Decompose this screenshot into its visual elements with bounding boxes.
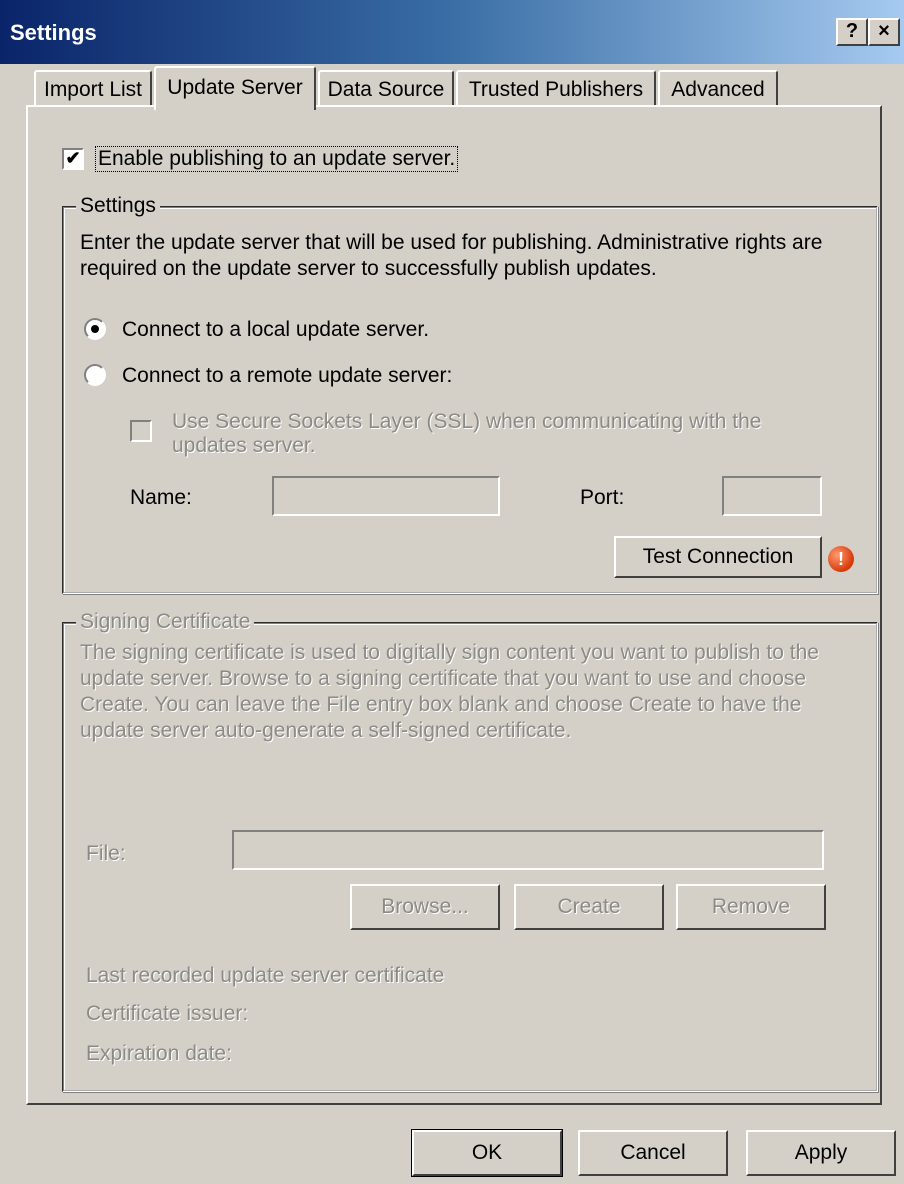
enable-publishing-label[interactable]: Enable publishing to an update server. (94, 146, 459, 172)
port-label: Port: (580, 486, 625, 509)
port-input[interactable] (722, 476, 822, 516)
window-title: Settings (10, 20, 97, 45)
signing-description-line3: Create. You can leave the File entry box… (80, 693, 802, 716)
radio-remote-server[interactable] (84, 364, 106, 386)
create-button[interactable]: Create (514, 884, 664, 930)
tab-trusted-publishers[interactable]: Trusted Publishers (456, 70, 656, 106)
remove-button[interactable]: Remove (676, 884, 826, 930)
name-label: Name: (130, 486, 192, 509)
certificate-issuer-label: Certificate issuer: (86, 1002, 249, 1025)
expiration-date-label: Expiration date: (86, 1042, 232, 1065)
tab-advanced[interactable]: Advanced (658, 70, 778, 106)
title-bar: Settings ? × (0, 0, 904, 64)
radio-local-server[interactable] (84, 318, 106, 340)
signing-description: The signing certificate is used to digit… (80, 640, 819, 744)
settings-description: Enter the update server that will be use… (80, 230, 822, 282)
ssl-label: Use Secure Sockets Layer (SSL) when comm… (172, 410, 761, 458)
signing-description-line2: update server. Browse to a signing certi… (80, 667, 807, 690)
settings-description-line1: Enter the update server that will be use… (80, 231, 823, 254)
exclamation-warning-icon: ! (828, 546, 854, 572)
ok-button[interactable]: OK (411, 1129, 563, 1177)
tab-update-server[interactable]: Update Server (154, 66, 316, 110)
radio-selected-dot (91, 325, 99, 333)
file-input[interactable] (232, 830, 824, 870)
tab-import-list[interactable]: Import List (34, 70, 152, 106)
radio-local-server-label[interactable]: Connect to a local update server. (122, 318, 429, 342)
file-label: File: (86, 842, 126, 865)
test-connection-button[interactable]: Test Connection (614, 536, 822, 578)
enable-publishing-checkbox[interactable]: ✔ (62, 148, 84, 170)
signing-description-line1: The signing certificate is used to digit… (80, 641, 819, 664)
browse-button[interactable]: Browse... (350, 884, 500, 930)
radio-remote-server-label[interactable]: Connect to a remote update server: (122, 364, 452, 388)
cancel-button[interactable]: Cancel (578, 1130, 728, 1176)
settings-description-line2: required on the update server to success… (80, 257, 657, 280)
close-button[interactable]: × (868, 18, 900, 46)
tab-data-source[interactable]: Data Source (318, 70, 454, 106)
ssl-checkbox[interactable] (130, 420, 152, 442)
signing-certificate-title: Signing Certificate (76, 610, 255, 634)
signing-description-line4: update server auto-generate a self-signe… (80, 719, 572, 742)
name-input[interactable] (272, 476, 500, 516)
apply-button[interactable]: Apply (746, 1130, 896, 1176)
ssl-label-line1: Use Secure Sockets Layer (SSL) when comm… (172, 410, 762, 433)
help-button[interactable]: ? (836, 18, 868, 46)
last-recorded-label: Last recorded update server certificate (86, 964, 445, 987)
settings-group-title: Settings (76, 194, 160, 218)
ssl-label-line2: updates server. (172, 434, 316, 457)
